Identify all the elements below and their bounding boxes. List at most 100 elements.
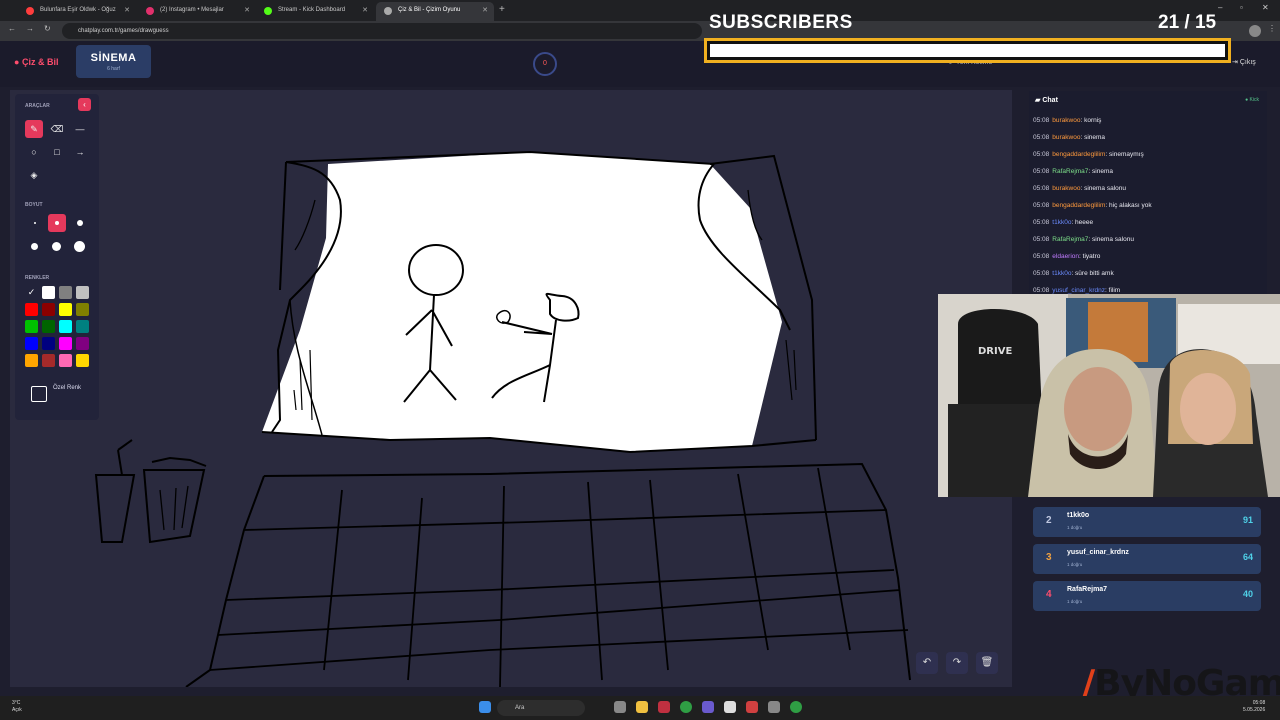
clear-canvas-button[interactable]: 🗑	[976, 652, 998, 674]
color-swatch[interactable]	[76, 337, 89, 350]
chat-username[interactable]: bengaddardeglilim	[1052, 202, 1105, 209]
size-option-4[interactable]	[31, 243, 38, 250]
chat-username[interactable]: eldaerion	[1052, 253, 1079, 260]
color-swatch[interactable]	[59, 337, 72, 350]
close-icon[interactable]: ✕	[124, 2, 130, 19]
browser-tab-2[interactable]: (2) Instagram • Mesajlar ✕	[138, 2, 256, 21]
leaderboard-name: t1kk0o	[1067, 512, 1090, 519]
color-swatch[interactable]: ✓	[25, 286, 38, 299]
color-swatch[interactable]	[42, 303, 55, 316]
close-window-icon[interactable]: ✕	[1262, 3, 1269, 12]
word-length: 6 harf	[107, 66, 120, 72]
kick-icon	[264, 7, 272, 15]
discord-icon[interactable]	[702, 701, 714, 713]
circle-tool-button[interactable]: ○	[25, 143, 43, 161]
color-swatch[interactable]	[25, 303, 38, 316]
collapse-panel-button[interactable]: ‹	[78, 98, 91, 111]
size-heading: BOYUT	[25, 202, 43, 208]
chat-timestamp: 05:08	[1033, 287, 1050, 294]
color-swatch[interactable]	[76, 303, 89, 316]
color-swatch[interactable]	[76, 286, 89, 299]
color-swatch[interactable]	[59, 320, 72, 333]
size-option-2[interactable]	[48, 214, 66, 232]
app-logo[interactable]: ● Çiz & Bil	[14, 57, 58, 67]
undo-button[interactable]: ↶	[916, 652, 938, 674]
chat-message: 05:08 RafaRejma7: sinema	[1033, 168, 1113, 175]
weather-widget[interactable]: 3°C Açık	[12, 700, 22, 714]
color-swatch[interactable]	[25, 320, 38, 333]
browser-tab-1[interactable]: Bulunfara Eşir Oldwk - Oğuz ✕	[18, 2, 136, 21]
line-tool-button[interactable]: —	[71, 120, 89, 138]
chat-title-text: Chat	[1042, 97, 1058, 104]
app-icon[interactable]	[658, 701, 670, 713]
pencil-tool-button[interactable]: ✎	[25, 120, 43, 138]
chrome-active-icon[interactable]	[790, 701, 802, 713]
size-option-5[interactable]	[52, 242, 61, 251]
color-swatch[interactable]	[59, 354, 72, 367]
taskbar-search[interactable]: Ara	[497, 700, 585, 716]
chat-timestamp: 05:08	[1033, 236, 1050, 243]
chat-message: 05:08 yusuf_cinar_krdnz: filim	[1033, 287, 1120, 294]
taskbar-clock[interactable]: 05:08 5.05.2026	[1243, 700, 1265, 714]
eraser-tool-button[interactable]: ⌫	[48, 120, 66, 138]
leaderboard-rank: 4	[1046, 589, 1052, 600]
menu-icon[interactable]: ⋮	[1268, 24, 1276, 33]
chat-username[interactable]: RafaRejma7	[1052, 168, 1088, 175]
settings-icon[interactable]	[768, 701, 780, 713]
color-swatch[interactable]	[76, 320, 89, 333]
color-swatch[interactable]	[42, 320, 55, 333]
back-icon[interactable]: ←	[8, 24, 16, 33]
size-option-1[interactable]	[34, 222, 36, 224]
chrome-icon[interactable]	[680, 701, 692, 713]
browser-tab-3[interactable]: Stream - Kick Dashboard ✕	[256, 2, 374, 21]
paint-bucket-icon: ◈	[30, 170, 38, 180]
obs-icon[interactable]	[746, 701, 758, 713]
new-tab-icon[interactable]: +	[499, 4, 505, 15]
browser-tab-4[interactable]: Çiz & Bil - Çizim Oyunu ✕	[376, 2, 494, 21]
windows-start-icon[interactable]	[479, 701, 491, 713]
color-swatch[interactable]	[76, 354, 89, 367]
url-input[interactable]: chatplay.com.tr/games/drawguess	[62, 23, 702, 39]
color-swatch[interactable]	[42, 354, 55, 367]
chat-username[interactable]: bengaddardeglilim	[1052, 151, 1105, 158]
chat-username[interactable]: t1kk0o	[1052, 219, 1071, 226]
rectangle-tool-button[interactable]: □	[48, 143, 66, 161]
minimize-icon[interactable]: –	[1218, 3, 1222, 12]
color-swatch[interactable]	[42, 337, 55, 350]
redo-button[interactable]: ↷	[946, 652, 968, 674]
file-explorer-icon[interactable]	[636, 701, 648, 713]
fill-tool-button[interactable]: ◈	[25, 166, 43, 184]
leaderboard-score: 91	[1242, 515, 1253, 525]
color-swatch[interactable]	[42, 286, 55, 299]
close-icon[interactable]: ✕	[244, 2, 250, 19]
tools-panel: ARAÇLAR ‹ ✎ ⌫ — ○ □ → ◈ BOYUT RENKLER ✓ …	[15, 94, 99, 420]
close-icon[interactable]: ✕	[362, 2, 368, 19]
maximize-icon[interactable]: ▫	[1240, 3, 1243, 12]
chat-username[interactable]: burakwoo	[1052, 185, 1080, 192]
forward-icon[interactable]: →	[26, 24, 34, 33]
color-swatch[interactable]	[25, 337, 38, 350]
chat-username[interactable]: burakwoo	[1052, 134, 1080, 141]
profile-avatar[interactable]	[1249, 25, 1261, 37]
seat-columns	[323, 467, 851, 688]
close-icon[interactable]: ✕	[482, 2, 488, 19]
custom-color-button[interactable]	[31, 386, 47, 402]
color-swatch[interactable]	[59, 303, 72, 316]
exit-button[interactable]: ⇥ Çıkış	[1232, 58, 1256, 66]
chat-message: 05:08 bengaddardeglilim: sinemaymış	[1033, 151, 1144, 158]
color-swatch[interactable]	[25, 354, 38, 367]
steam-icon[interactable]	[724, 701, 736, 713]
drawing-canvas[interactable]	[10, 90, 1012, 688]
chat-username[interactable]: burakwoo	[1052, 117, 1080, 124]
leaderboard-name: RafaRejma7	[1067, 586, 1108, 593]
size-option-6[interactable]	[74, 241, 85, 252]
chat-timestamp: 05:08	[1033, 253, 1050, 260]
task-view-icon[interactable]	[614, 701, 626, 713]
color-swatch[interactable]	[59, 286, 72, 299]
reload-icon[interactable]: ↻	[44, 24, 51, 33]
chat-username[interactable]: RafaRejma7	[1052, 236, 1088, 243]
size-option-3[interactable]	[77, 220, 83, 226]
arrow-tool-button[interactable]: →	[71, 143, 89, 161]
chat-username[interactable]: t1kk0o	[1052, 270, 1071, 277]
chat-username[interactable]: yusuf_cinar_krdnz	[1052, 287, 1105, 294]
